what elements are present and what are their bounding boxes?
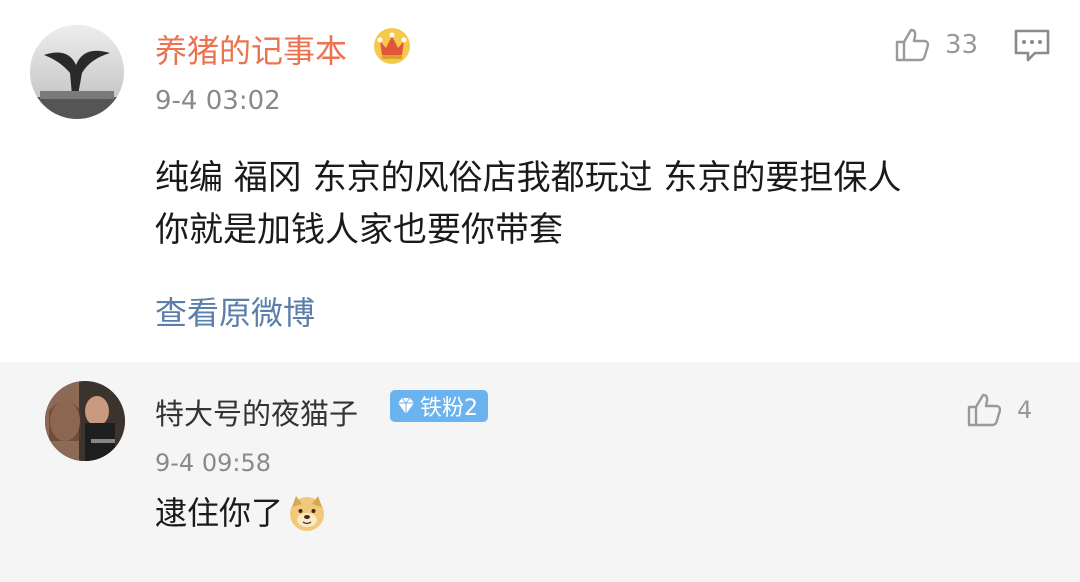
fan-badge: 铁粉2	[390, 390, 488, 422]
comment-text: 纯编 福冈 东京的风俗店我都玩过 东京的要担保人 你就是加钱人家也要你带套	[155, 152, 1055, 256]
like-count: 33	[945, 30, 979, 60]
like-count: 4	[1017, 396, 1033, 424]
comment-text: 逮住你了	[155, 487, 1055, 539]
avatar[interactable]	[30, 25, 124, 119]
comment-1: 养猪的记事本 9-4 03:02 33 纯编 福冈 东京的风俗店我都玩过 东京的…	[0, 0, 1080, 362]
doge-emoji-icon	[290, 496, 325, 531]
crown-icon	[374, 28, 410, 64]
timestamp: 9-4 09:58	[155, 449, 271, 477]
like-button[interactable]: 4	[965, 391, 1032, 429]
badge-label: 铁粉2	[420, 396, 478, 421]
thumbs-up-icon	[895, 28, 930, 62]
diamond-icon	[398, 397, 414, 414]
username[interactable]: 养猪的记事本	[155, 26, 347, 72]
comment-2: 特大号的夜猫子 铁粉2 9-4 09:58 4 逮住你了	[0, 362, 1080, 582]
view-original-link[interactable]: 查看原微博	[155, 288, 315, 334]
thumbs-up-icon	[967, 393, 1002, 427]
avatar[interactable]	[45, 381, 125, 461]
like-button[interactable]: 33	[893, 26, 978, 64]
comment-reply-icon[interactable]	[1013, 28, 1051, 64]
username[interactable]: 特大号的夜猫子	[155, 391, 358, 433]
comment-text-line: 你就是加钱人家也要你带套	[155, 210, 563, 250]
comment-text-line: 纯编 福冈 东京的风俗店我都玩过 东京的要担保人	[155, 158, 902, 198]
timestamp: 9-4 03:02	[155, 86, 281, 116]
comment-text-line: 逮住你了	[155, 494, 284, 532]
